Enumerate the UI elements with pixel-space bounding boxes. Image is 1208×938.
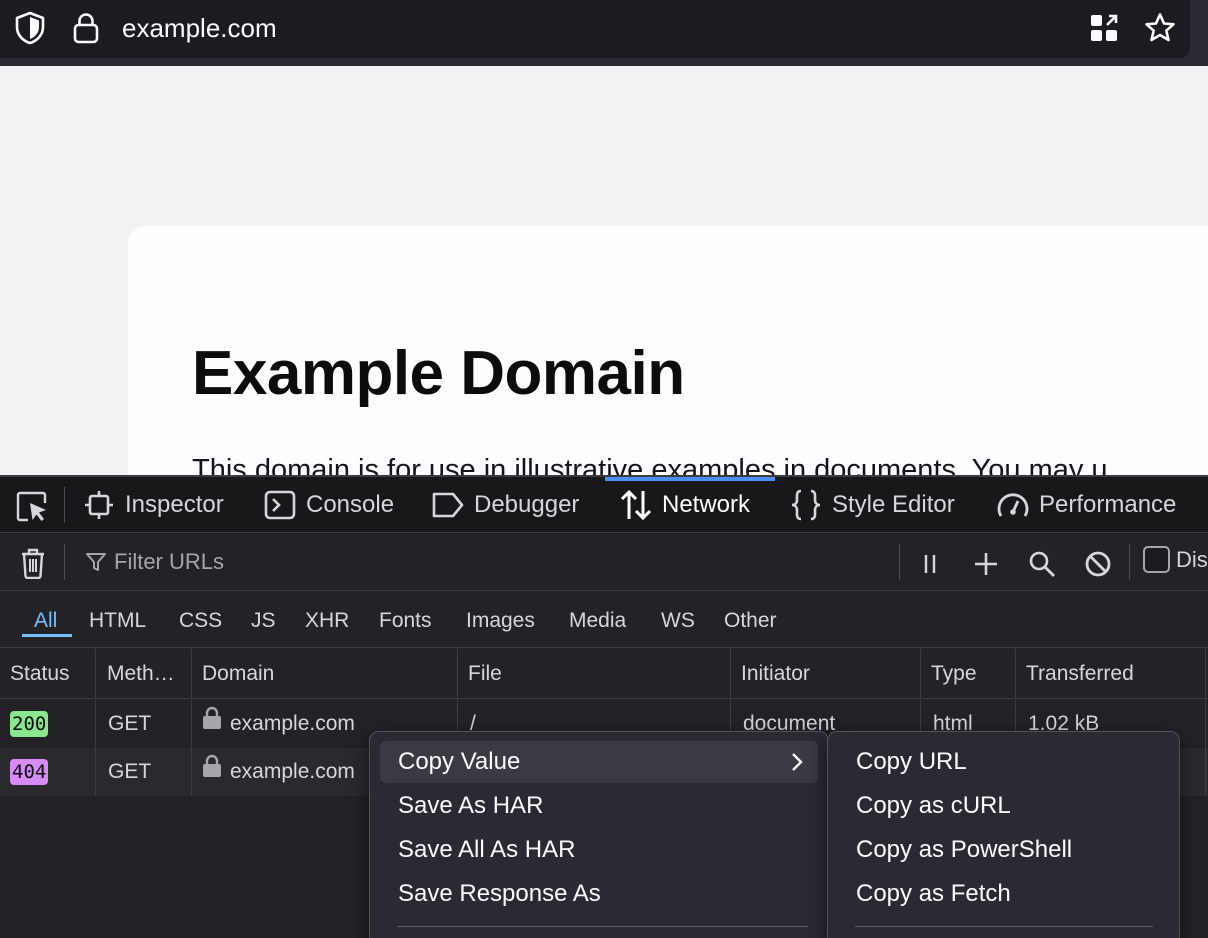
tab-inspector[interactable]: Inspector xyxy=(82,477,224,533)
element-picker-icon[interactable] xyxy=(12,487,52,527)
bookmark-star-icon[interactable] xyxy=(1142,10,1178,46)
disable-cache-checkbox[interactable]: Dis xyxy=(1143,546,1208,573)
filter-css[interactable]: CSS xyxy=(179,606,222,636)
domain-text: example.com xyxy=(230,760,355,783)
request-type-filters: All HTML CSS JS XHR Fonts Images Media W… xyxy=(0,592,1208,648)
tab-console[interactable]: Console xyxy=(263,477,394,533)
tab-label: Console xyxy=(306,491,395,518)
lock-icon xyxy=(202,700,222,748)
toolbar-divider xyxy=(899,544,900,580)
table-header: Status Meth… Domain File Initiator Type … xyxy=(0,649,1208,699)
menu-item-copy-url[interactable]: Copy URL xyxy=(838,741,1169,783)
menu-item-copy-value[interactable]: Copy Value xyxy=(380,741,818,783)
block-requests-icon[interactable] xyxy=(1080,546,1116,582)
filter-urls-input[interactable]: Filter URLs xyxy=(84,546,224,578)
braces-icon xyxy=(789,488,823,522)
network-toolbar: Filter URLs Dis xyxy=(0,534,1208,591)
address-bar-inner: example.com xyxy=(0,0,1190,58)
tab-label: Performance xyxy=(1039,491,1177,518)
network-arrows-icon xyxy=(619,488,653,522)
menu-item-copy-as-curl[interactable]: Copy as cURL xyxy=(838,785,1169,827)
tab-label: Style Editor xyxy=(832,491,955,518)
tab-performance[interactable]: Performance xyxy=(996,477,1176,533)
filter-ws[interactable]: WS xyxy=(661,606,695,636)
selected-filter-underline xyxy=(22,634,72,637)
filter-fonts[interactable]: Fonts xyxy=(379,606,432,636)
menu-item-save-all-as-har[interactable]: Save All As HAR xyxy=(380,829,818,871)
toolbar-divider xyxy=(64,487,65,523)
method-cell: GET xyxy=(96,748,192,796)
domain-text: example.com xyxy=(230,712,355,735)
disable-cache-label: Dis xyxy=(1176,546,1208,572)
menu-item-save-as-har[interactable]: Save As HAR xyxy=(380,785,818,827)
tab-label: Network xyxy=(662,491,751,518)
add-request-plus-icon[interactable] xyxy=(968,546,1004,582)
page-heading: Example Domain xyxy=(192,339,685,408)
debugger-icon xyxy=(431,488,465,522)
chevron-right-icon xyxy=(790,741,804,783)
content-card: Example Domain This domain is for use in… xyxy=(128,226,1208,475)
console-icon xyxy=(263,488,297,522)
web-page-content: Example Domain This domain is for use in… xyxy=(0,66,1208,475)
filter-all[interactable]: All xyxy=(34,606,57,636)
status-badge: 404 xyxy=(10,759,49,786)
column-header-method[interactable]: Meth… xyxy=(96,649,192,699)
column-header-transferred[interactable]: Transferred xyxy=(1016,649,1206,699)
menu-item-copy-as-powershell[interactable]: Copy as PowerShell xyxy=(838,829,1169,871)
pause-icon[interactable] xyxy=(912,546,948,582)
menu-item-copy-as-fetch[interactable]: Copy as Fetch xyxy=(838,873,1169,915)
filter-other[interactable]: Other xyxy=(724,606,777,636)
toolbar-divider xyxy=(1129,544,1130,580)
menu-item-save-response-as[interactable]: Save Response As xyxy=(380,873,818,915)
filter-html[interactable]: HTML xyxy=(89,606,146,636)
status-cell: 200 xyxy=(0,700,96,748)
devtools-toolbar: Inspector Console Debugger Network Style… xyxy=(0,477,1208,533)
filter-images[interactable]: Images xyxy=(466,606,535,636)
lock-icon xyxy=(202,748,222,796)
status-cell: 404 xyxy=(0,748,96,796)
column-header-domain[interactable]: Domain xyxy=(192,649,458,699)
gauge-icon xyxy=(996,488,1030,522)
column-header-file[interactable]: File xyxy=(458,649,731,699)
address-bar: example.com xyxy=(0,0,1208,66)
tab-label: Inspector xyxy=(125,491,224,518)
shield-icon[interactable] xyxy=(12,10,48,46)
url-text[interactable]: example.com xyxy=(122,12,277,44)
lock-icon[interactable] xyxy=(68,10,104,46)
filter-media[interactable]: Media xyxy=(569,606,626,636)
status-badge: 200 xyxy=(10,711,49,738)
filter-funnel-icon xyxy=(84,550,108,574)
selected-tab-indicator xyxy=(605,477,775,481)
page-paragraph: This domain is for use in illustrative e… xyxy=(192,454,1108,475)
menu-separator xyxy=(855,926,1153,927)
column-header-initiator[interactable]: Initiator xyxy=(731,649,921,699)
search-icon[interactable] xyxy=(1024,546,1060,582)
tab-label: Debugger xyxy=(474,491,580,518)
column-header-type[interactable]: Type xyxy=(921,649,1016,699)
tab-debugger[interactable]: Debugger xyxy=(431,477,579,533)
filter-js[interactable]: JS xyxy=(251,606,276,636)
copy-value-submenu: Copy URL Copy as cURL Copy as PowerShell… xyxy=(827,731,1180,938)
column-header-status[interactable]: Status xyxy=(0,649,96,699)
context-menu: Copy Value Save As HAR Save All As HAR S… xyxy=(369,731,829,938)
filter-xhr[interactable]: XHR xyxy=(305,606,349,636)
tab-style-editor[interactable]: Style Editor xyxy=(789,477,955,533)
menu-item-label: Copy Value xyxy=(398,748,521,775)
checkbox-box[interactable] xyxy=(1143,546,1170,573)
toolbar-divider xyxy=(64,544,65,580)
extensions-icon[interactable] xyxy=(1086,10,1122,46)
method-cell: GET xyxy=(96,700,192,748)
inspector-icon xyxy=(82,488,116,522)
clear-trash-icon[interactable] xyxy=(14,544,52,582)
menu-separator xyxy=(397,926,808,927)
filter-placeholder: Filter URLs xyxy=(114,549,225,574)
tab-network[interactable]: Network xyxy=(619,477,750,533)
